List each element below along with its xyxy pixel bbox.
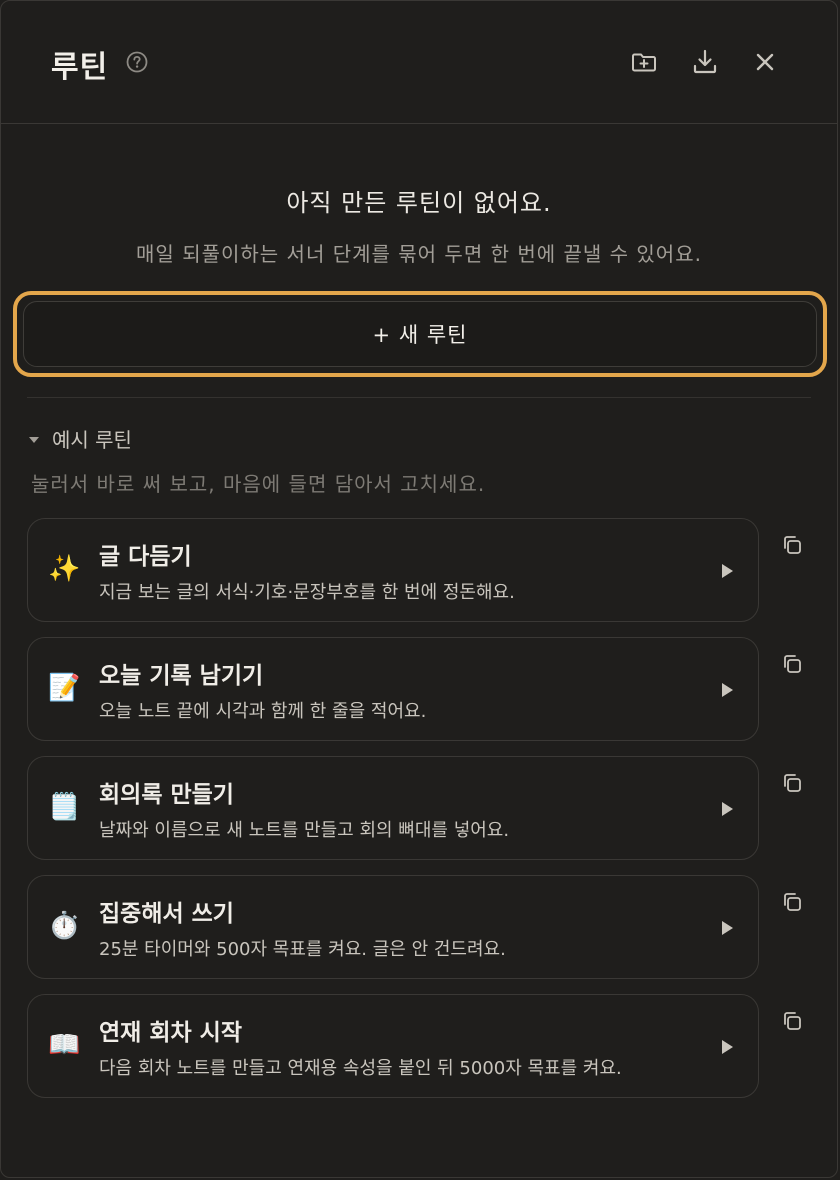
panel-title: 루틴 (51, 50, 109, 85)
routine-name: 오늘 기록 남기기 (99, 663, 264, 689)
routine-description: 다음 회차 노트를 만들고 연재용 속성을 붙인 뒤 5000자 목표를 켜요. (99, 1058, 622, 1079)
routine-description: 오늘 노트 끝에 시각과 함께 한 줄을 적어요. (99, 701, 427, 722)
help-icon[interactable] (126, 51, 148, 73)
routine-name: 집중해서 쓰기 (99, 901, 234, 927)
play-icon[interactable] (722, 802, 733, 816)
open-book-icon: 📖 (48, 1030, 81, 1060)
example-routine-card[interactable]: ✨ 글 다듬기 지금 보는 글의 서식·기호·문장부호를 한 번에 정돈해요. (27, 518, 759, 622)
example-routine-card[interactable]: 📝 오늘 기록 남기기 오늘 노트 끝에 시각과 함께 한 줄을 적어요. (27, 637, 759, 741)
play-icon[interactable] (722, 683, 733, 697)
panel-header: 루틴 (1, 1, 837, 124)
new-routine-button[interactable]: + 새 루틴 (23, 301, 817, 367)
sparkles-icon: ✨ (48, 554, 81, 584)
play-icon[interactable] (722, 564, 733, 578)
empty-state-description: 매일 되풀이하는 서너 단계를 묶어 두면 한 번에 끝낼 수 있어요. (136, 242, 702, 266)
routine-name: 글 다듬기 (99, 544, 192, 570)
download-icon[interactable] (691, 48, 719, 76)
caret-down-icon (29, 436, 39, 443)
new-routine-focus-ring: + 새 루틴 (13, 291, 827, 377)
routine-name: 회의록 만들기 (99, 782, 234, 808)
copy-icon[interactable] (781, 1010, 803, 1032)
close-icon[interactable] (751, 48, 779, 76)
examples-toggle-label: 예시 루틴 (52, 428, 132, 452)
play-icon[interactable] (722, 1040, 733, 1054)
copy-icon[interactable] (781, 891, 803, 913)
new-folder-icon[interactable] (630, 48, 658, 76)
play-icon[interactable] (722, 921, 733, 935)
routine-description: 25분 타이머와 500자 목표를 켜요. 글은 안 건드려요. (99, 939, 506, 960)
copy-icon[interactable] (781, 534, 803, 556)
routine-description: 날짜와 이름으로 새 노트를 만들고 회의 뼈대를 넣어요. (99, 820, 510, 841)
routines-panel: 루틴 아직 만든 루틴이 없어요. 매일 되풀이하는 서너 단계를 묶어 두면 … (0, 0, 838, 1178)
example-routine-card[interactable]: ⏱️ 집중해서 쓰기 25분 타이머와 500자 목표를 켜요. 글은 안 건드… (27, 875, 759, 979)
memo-icon: 📝 (48, 673, 81, 703)
example-routine-card[interactable]: 🗒️ 회의록 만들기 날짜와 이름으로 새 노트를 만들고 회의 뼈대를 넣어요… (27, 756, 759, 860)
example-routine-card[interactable]: 📖 연재 회차 시작 다음 회차 노트를 만들고 연재용 속성을 붙인 뒤 50… (27, 994, 759, 1098)
empty-state-title: 아직 만든 루틴이 없어요. (286, 189, 552, 217)
routine-description: 지금 보는 글의 서식·기호·문장부호를 한 번에 정돈해요. (99, 582, 515, 603)
stopwatch-icon: ⏱️ (48, 911, 81, 941)
notepad-icon: 🗒️ (48, 792, 81, 822)
examples-hint: 눌러서 바로 써 보고, 마음에 들면 담아서 고치세요. (31, 472, 486, 496)
copy-icon[interactable] (781, 653, 803, 675)
examples-toggle[interactable]: 예시 루틴 (29, 424, 132, 453)
routine-name: 연재 회차 시작 (99, 1020, 242, 1046)
copy-icon[interactable] (781, 772, 803, 794)
section-divider (27, 397, 811, 398)
